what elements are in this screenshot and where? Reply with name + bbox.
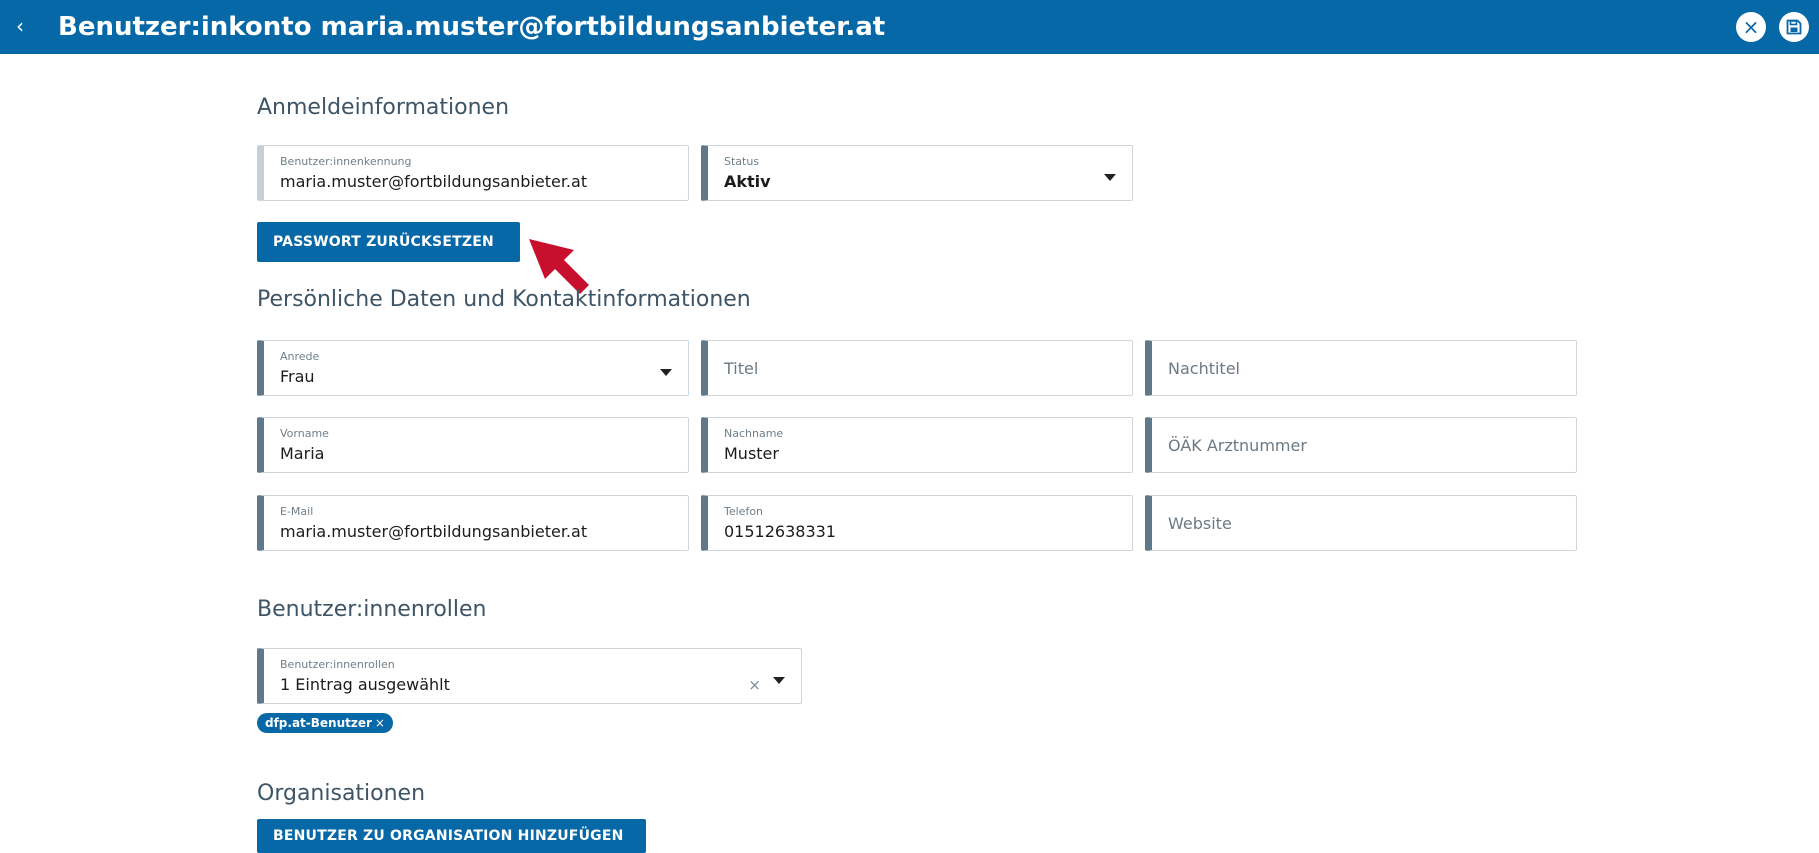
nachtitel-field[interactable]: Nachtitel	[1145, 340, 1577, 396]
anrede-value: Frau	[280, 367, 315, 386]
roles-label: Benutzer:innenrollen	[280, 658, 395, 671]
save-button[interactable]	[1779, 12, 1809, 42]
vorname-label: Vorname	[280, 427, 329, 440]
status-select[interactable]: Status Aktiv	[701, 145, 1133, 201]
vorname-value: Maria	[280, 444, 325, 463]
caret-down-icon[interactable]	[773, 677, 785, 684]
nachname-label: Nachname	[724, 427, 784, 440]
website-field[interactable]: Website	[1145, 495, 1577, 551]
user-id-field[interactable]: Benutzer:innenkennung maria.muster@fortb…	[257, 145, 689, 201]
reset-password-button[interactable]: PASSWORT ZURÜCKSETZEN	[257, 222, 520, 262]
app-header: ‹ Benutzer:inkonto maria.muster@fortbild…	[0, 0, 1819, 54]
roles-select[interactable]: Benutzer:innenrollen 1 Eintrag ausgewähl…	[257, 648, 802, 704]
status-value: Aktiv	[724, 172, 771, 191]
role-chip-label: dfp.at-Benutzer	[265, 716, 372, 730]
caret-down-icon[interactable]	[1104, 174, 1116, 181]
anrede-label: Anrede	[280, 350, 320, 363]
section-title-roles: Benutzer:innenrollen	[257, 597, 487, 622]
anrede-select[interactable]: Anrede Frau	[257, 340, 689, 396]
arztnummer-placeholder: ÖÄK Arztnummer	[1168, 436, 1307, 455]
user-id-value: maria.muster@fortbildungsanbieter.at	[280, 172, 588, 191]
telefon-field[interactable]: Telefon 01512638331	[701, 495, 1133, 551]
remove-chip-icon[interactable]: ×	[375, 716, 385, 730]
caret-down-icon[interactable]	[660, 369, 672, 376]
email-label: E-Mail	[280, 505, 314, 518]
vorname-field[interactable]: Vorname Maria	[257, 417, 689, 473]
section-title-personal: Persönliche Daten und Kontaktinformation…	[257, 287, 751, 312]
nachtitel-placeholder: Nachtitel	[1168, 359, 1240, 378]
titel-field[interactable]: Titel	[701, 340, 1133, 396]
section-title-orgs: Organisationen	[257, 781, 426, 806]
chevron-left-icon[interactable]: ‹	[16, 14, 38, 38]
nachname-value: Muster	[724, 444, 779, 463]
clear-icon[interactable]: ×	[748, 677, 761, 693]
add-to-organisation-button[interactable]: BENUTZER ZU ORGANISATION HINZUFÜGEN	[257, 819, 646, 853]
section-title-login: Anmeldeinformationen	[257, 95, 510, 120]
role-chip: dfp.at-Benutzer ×	[257, 713, 393, 733]
website-placeholder: Website	[1168, 514, 1232, 533]
titel-placeholder: Titel	[724, 359, 759, 378]
arztnummer-field[interactable]: ÖÄK Arztnummer	[1145, 417, 1577, 473]
save-icon	[1786, 19, 1802, 35]
page-title: Benutzer:inkonto maria.muster@fortbildun…	[58, 12, 886, 42]
close-button[interactable]: ×	[1736, 12, 1766, 42]
email-value: maria.muster@fortbildungsanbieter.at	[280, 522, 588, 541]
telefon-label: Telefon	[724, 505, 764, 518]
roles-value: 1 Eintrag ausgewählt	[280, 675, 450, 694]
nachname-field[interactable]: Nachname Muster	[701, 417, 1133, 473]
telefon-value: 01512638331	[724, 522, 836, 541]
status-label: Status	[724, 155, 760, 168]
close-icon: ×	[1742, 15, 1760, 39]
email-field[interactable]: E-Mail maria.muster@fortbildungsanbieter…	[257, 495, 689, 551]
user-id-label: Benutzer:innenkennung	[280, 155, 412, 168]
